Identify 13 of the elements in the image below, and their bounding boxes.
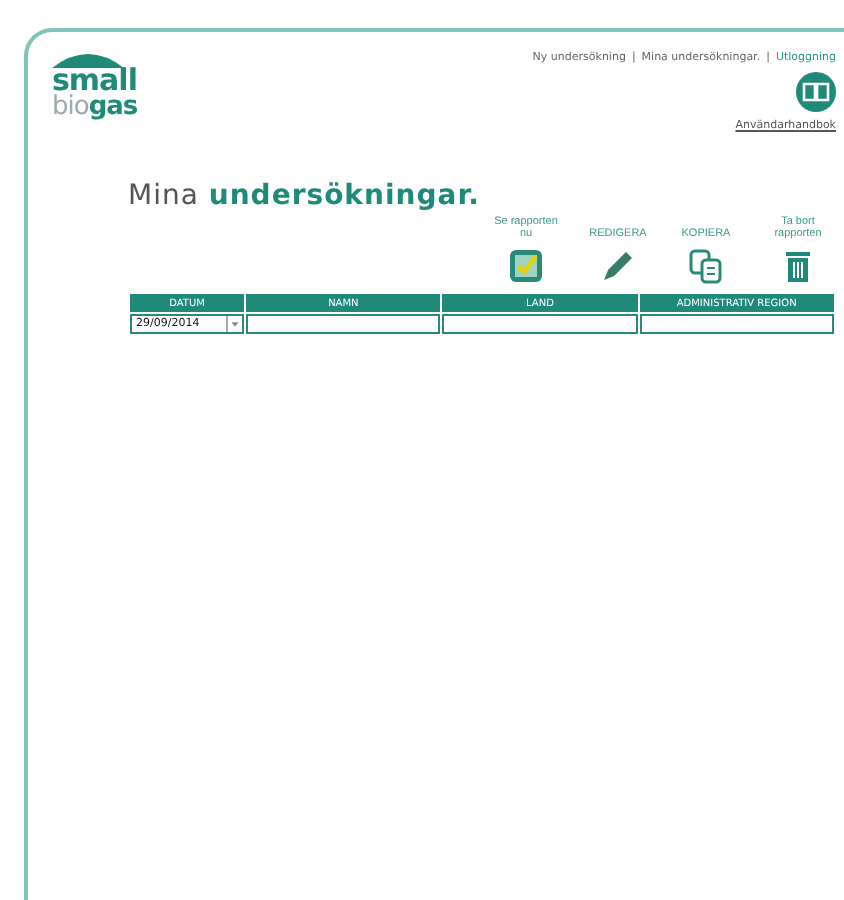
checkbox-icon [508,248,544,284]
logo-text: small [52,68,132,94]
filter-field[interactable] [442,314,638,334]
filter-field[interactable] [639,314,834,334]
book-icon[interactable] [796,72,836,112]
page-title: Mina undersökningar. [128,180,482,212]
copy-icon [688,248,724,284]
filter-field[interactable] [246,314,441,334]
logo-text: biogas [52,94,132,120]
dropdown-icon[interactable] [226,316,243,332]
roof-icon [52,48,124,68]
pencil-icon [600,248,636,284]
trash-icon [780,248,816,284]
